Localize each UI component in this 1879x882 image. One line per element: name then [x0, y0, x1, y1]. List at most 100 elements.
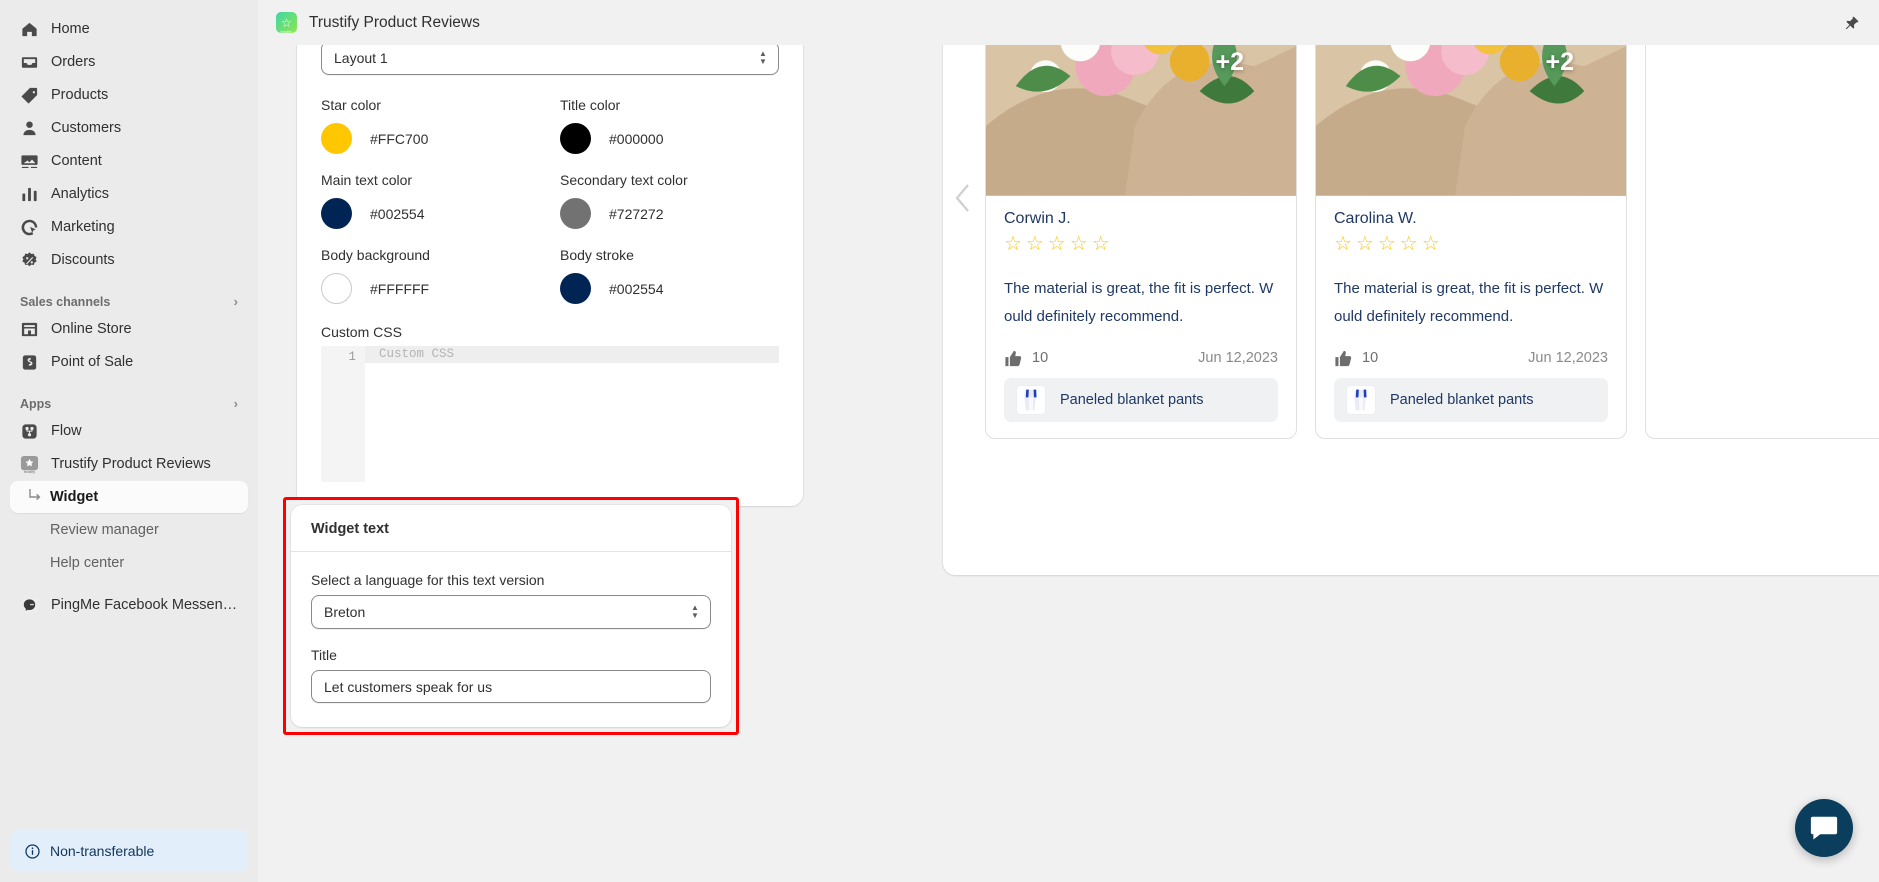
review-text: The material is great, the fit is perfec…	[1004, 280, 1274, 325]
thumbs-up-icon	[1005, 350, 1022, 366]
sidebar-item-point-of-sale[interactable]: Point of Sale	[10, 346, 248, 378]
color-swatch[interactable]	[560, 123, 591, 154]
field-label: Title color	[560, 97, 621, 113]
field-label: Body stroke	[560, 247, 634, 263]
review-photo[interactable]: +2	[1316, 45, 1626, 196]
sidebar-group-label: Apps	[20, 396, 52, 411]
css-line-numbers: 1	[321, 346, 365, 482]
photo-count-badge: +2	[1215, 48, 1244, 76]
sidebar-group-sales-channels[interactable]: Sales channels ›	[20, 294, 238, 309]
marketing-target-icon	[20, 218, 39, 237]
color-swatch[interactable]	[321, 273, 352, 304]
color-swatch[interactable]	[560, 198, 591, 229]
app-topbar: ☆ trustify Trustify Product Reviews	[258, 0, 1879, 45]
info-icon	[25, 843, 40, 859]
chat-support-button[interactable]	[1795, 799, 1853, 857]
sidebar-item-label: Home	[51, 21, 90, 37]
product-chip[interactable]: Paneled blanket pants	[1334, 377, 1608, 422]
custom-css-editor[interactable]: 1 Custom CSS	[321, 346, 779, 482]
sidebar-item-label: PingMe Facebook Messen…	[51, 597, 238, 613]
color-field-main-text-color: Main text color #002554	[321, 172, 540, 229]
language-select-value: Breton	[324, 604, 366, 620]
orders-icon	[20, 53, 39, 72]
layout-select[interactable]: Layout 1 ▲ ▼	[321, 45, 779, 75]
flow-icon	[20, 422, 39, 441]
sidebar-subitem-label: Widget	[50, 489, 99, 505]
sidebar-item-label: Online Store	[51, 321, 132, 337]
color-hex-value: #FFFFFF	[370, 280, 430, 297]
review-cards-row: +2 Corwin J. ☆☆☆☆☆ The material is great…	[953, 45, 1879, 439]
chat-bubble-icon	[1810, 816, 1838, 840]
widget-text-highlight-box: Widget text Select a language for this t…	[283, 497, 739, 735]
color-hex-value: #000000	[609, 130, 664, 147]
color-hex-value: #002554	[609, 280, 664, 297]
color-swatch[interactable]	[321, 123, 352, 154]
review-card: +2 Corwin J. ☆☆☆☆☆ The material is great…	[985, 45, 1297, 439]
sidebar-item-customers[interactable]: Customers	[10, 112, 248, 144]
language-select[interactable]: Breton ▲ ▼	[311, 595, 711, 629]
color-field-secondary-text-color: Secondary text color #727272	[560, 172, 779, 229]
photo-count-badge: +2	[1545, 48, 1574, 76]
star-rating: ☆☆☆☆☆	[1004, 233, 1114, 255]
sidebar-item-analytics[interactable]: Analytics	[10, 178, 248, 210]
sidebar-item-content[interactable]: Content	[10, 145, 248, 177]
css-text-area[interactable]: Custom CSS	[365, 346, 779, 482]
like-count[interactable]: 10	[1004, 349, 1048, 368]
sidebar-item-home[interactable]: Home	[10, 13, 248, 45]
css-placeholder: Custom CSS	[379, 347, 455, 361]
product-chip[interactable]: Paneled blanket pants	[1004, 377, 1278, 422]
sidebar-item-products[interactable]: Products	[10, 79, 248, 111]
sidebar-subitem-widget[interactable]: Widget	[10, 481, 248, 513]
sidebar-item-flow[interactable]: Flow	[10, 415, 248, 447]
sidebar-item-discounts[interactable]: Discounts	[10, 244, 248, 276]
color-swatch[interactable]	[560, 273, 591, 304]
sidebar-item-label: Point of Sale	[51, 354, 134, 370]
sidebar-item-marketing[interactable]: Marketing	[10, 211, 248, 243]
sidebar-item-label: Flow	[51, 423, 82, 439]
sidebar-item-label: Content	[51, 153, 102, 169]
sidebar-subitem-help-center[interactable]: Help center	[10, 547, 248, 579]
title-input[interactable]	[311, 670, 711, 703]
pin-icon[interactable]	[1839, 11, 1863, 35]
svg-text:trustify: trustify	[24, 470, 35, 474]
like-count-value: 10	[1032, 350, 1049, 366]
chevron-updown-icon: ▲ ▼	[691, 603, 699, 620]
field-label: Body background	[321, 247, 430, 263]
logo-wordmark: trustify	[280, 30, 293, 34]
home-icon	[20, 20, 39, 39]
title-field-label: Title	[311, 647, 337, 663]
product-thumbnail	[1346, 384, 1376, 415]
chevron-left-icon	[955, 184, 969, 212]
custom-css-label: Custom CSS	[321, 324, 402, 340]
color-field-title-color: Title color #000000	[560, 97, 779, 154]
sidebar-item-online-store[interactable]: Online Store	[10, 313, 248, 345]
sidebar-item-label: Analytics	[51, 186, 110, 202]
star-rating: ☆☆☆☆☆	[1334, 233, 1444, 255]
sidebar-subitem-review-manager[interactable]: Review manager	[10, 514, 248, 546]
corner-arrow-icon	[28, 488, 42, 502]
trustify-app-icon: trustify	[20, 455, 39, 474]
review-date: Jun 12,2023	[1198, 350, 1278, 366]
sidebar-item-trustify-product-reviews[interactable]: trustify Trustify Product Reviews	[10, 448, 248, 480]
sidebar-group-label: Sales channels	[20, 294, 111, 309]
widget-text-card-title: Widget text	[311, 521, 390, 537]
review-card: The material is great, the fit is perfec…	[1645, 45, 1879, 439]
sidebar-item-orders[interactable]: Orders	[10, 46, 248, 78]
sidebar-item-label: Discounts	[51, 252, 115, 268]
color-swatch[interactable]	[321, 198, 352, 229]
sidebar-item-pingme-facebook-messenger[interactable]: PingMe Facebook Messen…	[10, 589, 248, 621]
main-area: ☆ trustify Trustify Product Reviews Layo…	[258, 0, 1879, 882]
sidebar-item-label: Products	[51, 87, 109, 103]
sidebar-group-apps[interactable]: Apps ›	[20, 396, 238, 411]
like-count-value: 10	[1362, 350, 1379, 366]
widget-text-card: Widget text Select a language for this t…	[291, 505, 731, 727]
like-count[interactable]: 10	[1334, 349, 1378, 368]
widget-preview-panel: +2 Corwin J. ☆☆☆☆☆ The material is great…	[943, 45, 1879, 575]
reviewer-name: Corwin J.	[1004, 210, 1071, 227]
online-store-icon	[20, 320, 39, 339]
review-photo[interactable]: +2	[986, 45, 1296, 196]
trustify-logo-icon: ☆ trustify	[276, 12, 297, 34]
carousel-prev-button[interactable]	[948, 177, 978, 219]
layout-select-value: Layout 1	[334, 50, 388, 66]
sidebar-item-label: Customers	[51, 120, 122, 136]
